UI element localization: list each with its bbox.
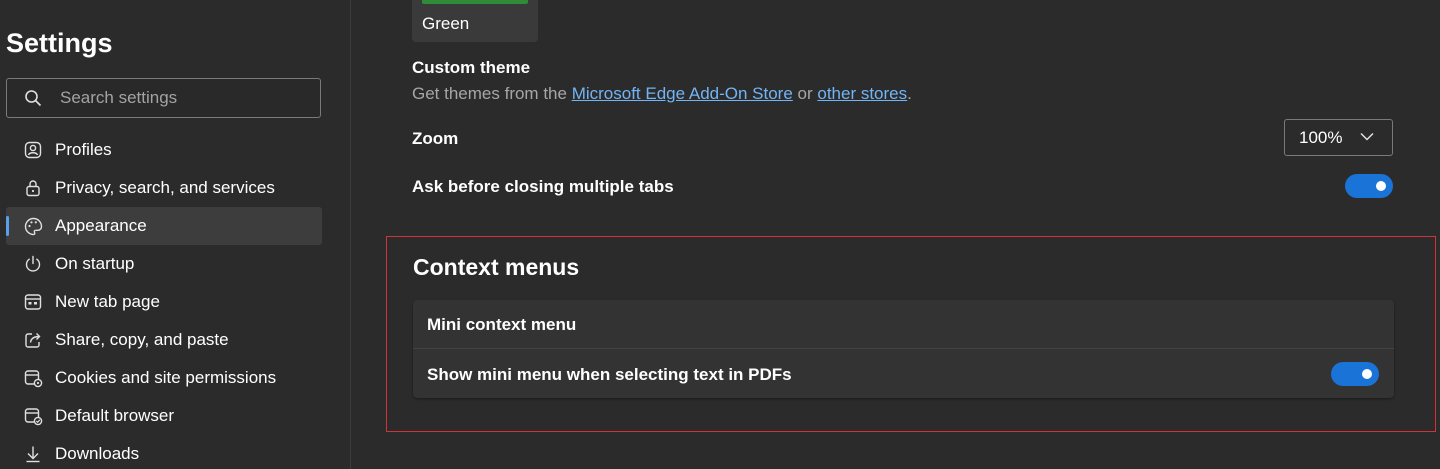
- zoom-value: 100%: [1299, 127, 1343, 147]
- search-input[interactable]: [60, 88, 300, 108]
- show-mini-menu-label: Show mini menu when selecting text in PD…: [427, 365, 792, 384]
- search-icon: [24, 88, 44, 108]
- toggle-knob: [1362, 369, 1372, 379]
- sidebar-item-label: Default browser: [55, 406, 175, 425]
- desc-suffix: .: [907, 84, 912, 103]
- power-icon: [23, 254, 43, 274]
- settings-sidebar: Settings Profiles Privacy, search, and s…: [0, 0, 351, 469]
- profile-icon: [23, 140, 43, 160]
- theme-name: Green: [422, 14, 470, 33]
- other-stores-link[interactable]: other stores: [817, 84, 907, 103]
- sidebar-item-default-browser[interactable]: Default browser: [6, 397, 322, 435]
- browser-icon: [23, 406, 43, 426]
- search-box[interactable]: [6, 78, 321, 118]
- sidebar-item-downloads[interactable]: Downloads: [6, 435, 322, 469]
- lock-icon: [23, 178, 43, 198]
- sidebar-item-share-copy-paste[interactable]: Share, copy, and paste: [6, 321, 322, 359]
- ask-before-closing-toggle[interactable]: [1345, 174, 1393, 198]
- mini-context-menu-header: Mini context menu: [427, 315, 577, 334]
- sidebar-item-on-startup[interactable]: On startup: [6, 245, 322, 283]
- sidebar-item-appearance[interactable]: Appearance: [6, 207, 322, 245]
- settings-main: Green Custom theme Get themes from the M…: [352, 0, 1440, 469]
- sidebar-item-privacy[interactable]: Privacy, search, and services: [6, 169, 322, 207]
- zoom-label: Zoom: [412, 129, 459, 148]
- share-icon: [23, 330, 43, 350]
- sidebar-item-label: Cookies and site permissions: [55, 368, 277, 387]
- zoom-dropdown[interactable]: 100%: [1284, 119, 1393, 156]
- sidebar-nav: Profiles Privacy, search, and services A…: [6, 131, 322, 469]
- sidebar-item-label: Profiles: [55, 140, 112, 159]
- sidebar-item-cookies[interactable]: Cookies and site permissions: [6, 359, 322, 397]
- download-icon: [23, 444, 43, 464]
- toggle-knob: [1376, 181, 1386, 191]
- cookies-icon: [23, 368, 43, 388]
- card-divider: [413, 348, 1394, 349]
- palette-icon: [23, 216, 43, 236]
- sidebar-title: Settings: [6, 28, 113, 58]
- sidebar-item-label: Downloads: [55, 444, 140, 463]
- sidebar-item-label: Appearance: [55, 216, 147, 235]
- addon-store-link[interactable]: Microsoft Edge Add-On Store: [572, 84, 793, 103]
- sidebar-item-label: Share, copy, and paste: [55, 330, 229, 349]
- sidebar-item-label: On startup: [55, 254, 135, 273]
- new-tab-icon: [23, 292, 43, 312]
- context-menus-section: Context menus Mini context menu Show min…: [386, 236, 1436, 432]
- sidebar-item-profiles[interactable]: Profiles: [6, 131, 322, 169]
- sidebar-item-new-tab-page[interactable]: New tab page: [6, 283, 322, 321]
- custom-theme-description: Get themes from the Microsoft Edge Add-O…: [412, 84, 912, 104]
- theme-swatch: [422, 0, 528, 4]
- custom-theme-title: Custom theme: [412, 58, 531, 77]
- context-menus-title: Context menus: [413, 254, 580, 280]
- chevron-down-icon: [1360, 132, 1374, 141]
- ask-before-closing-label: Ask before closing multiple tabs: [412, 177, 674, 196]
- mini-context-menu-card: Mini context menu Show mini menu when se…: [413, 300, 1394, 398]
- sidebar-item-label: Privacy, search, and services: [55, 178, 275, 197]
- desc-middle: or: [792, 84, 818, 103]
- sidebar-item-label: New tab page: [55, 292, 160, 311]
- theme-color-card-green[interactable]: Green: [412, 0, 538, 42]
- show-mini-menu-toggle[interactable]: [1331, 362, 1379, 386]
- desc-prefix: Get themes from the: [412, 84, 572, 103]
